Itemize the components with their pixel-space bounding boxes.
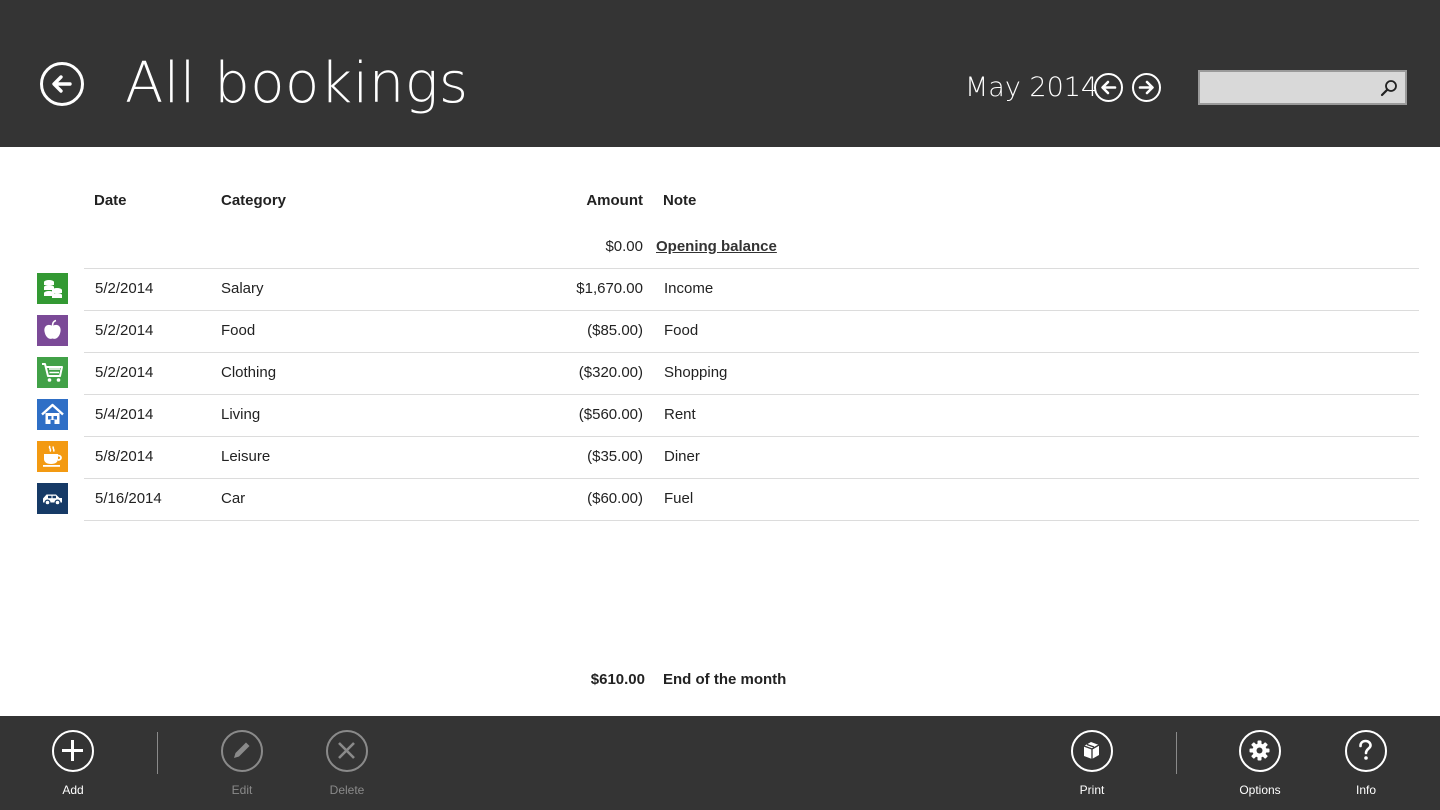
booking-amount: ($560.00) bbox=[578, 406, 643, 423]
print-label: Print bbox=[1079, 783, 1105, 797]
booking-category: Food bbox=[221, 322, 256, 339]
booking-amount: ($60.00) bbox=[587, 490, 643, 507]
booking-date: 5/4/2014 bbox=[95, 406, 154, 423]
edit-button[interactable]: Edit bbox=[202, 730, 282, 798]
close-icon bbox=[338, 742, 355, 759]
row-divider bbox=[84, 268, 1419, 269]
column-header-note[interactable]: Note bbox=[663, 190, 696, 212]
page-title: All bookings bbox=[125, 51, 469, 116]
column-header-amount[interactable]: Amount bbox=[586, 190, 643, 212]
delete-circle bbox=[326, 730, 368, 772]
category-tile bbox=[37, 441, 68, 472]
table-row[interactable]: 5/8/2014 Leisure ($35.00) Diner bbox=[0, 436, 1440, 478]
end-of-month-label: End of the month bbox=[663, 671, 787, 688]
booking-category: Clothing bbox=[221, 364, 277, 381]
month-label: May 2014 bbox=[965, 72, 1099, 103]
row-divider bbox=[84, 394, 1419, 395]
gear-icon bbox=[1249, 740, 1270, 761]
booking-category: Leisure bbox=[221, 448, 271, 465]
booking-date: 5/2/2014 bbox=[95, 322, 154, 339]
arrow-left-icon bbox=[1101, 80, 1117, 95]
question-mark-icon bbox=[1359, 739, 1372, 760]
info-circle bbox=[1345, 730, 1387, 772]
print-button[interactable]: Print bbox=[1052, 730, 1132, 798]
delete-label: Delete bbox=[329, 783, 365, 797]
booking-note: Diner bbox=[664, 448, 700, 465]
print-circle bbox=[1071, 730, 1113, 772]
apple-icon bbox=[44, 319, 61, 339]
category-tile bbox=[37, 273, 68, 304]
options-circle bbox=[1239, 730, 1281, 772]
appbar-separator bbox=[157, 732, 158, 774]
table-row[interactable]: 5/2/2014 Food ($85.00) Food bbox=[0, 310, 1440, 352]
end-of-month-amount: $610.00 bbox=[590, 671, 645, 688]
booking-note: Fuel bbox=[664, 490, 694, 507]
booking-amount: ($35.00) bbox=[587, 448, 643, 465]
add-label: Add bbox=[62, 783, 84, 797]
info-button[interactable]: Info bbox=[1326, 730, 1406, 798]
booking-note: Income bbox=[664, 280, 714, 297]
category-tile bbox=[37, 357, 68, 388]
booking-category: Salary bbox=[221, 280, 264, 297]
money-coins-icon bbox=[44, 280, 62, 298]
booking-date: 5/2/2014 bbox=[95, 364, 154, 381]
table-row[interactable]: 5/4/2014 Living ($560.00) Rent bbox=[0, 394, 1440, 436]
search-icon[interactable] bbox=[1379, 78, 1399, 98]
app-bar: Add Edit Delete Print Options Info bbox=[0, 716, 1440, 810]
edit-circle bbox=[221, 730, 263, 772]
booking-note: Rent bbox=[664, 406, 696, 423]
table-row[interactable]: 5/16/2014 Car ($60.00) Fuel bbox=[0, 478, 1440, 521]
column-header-date[interactable]: Date bbox=[94, 190, 127, 212]
coffee-cup-icon bbox=[43, 445, 62, 467]
options-label: Options bbox=[1239, 783, 1281, 797]
car-icon bbox=[43, 494, 62, 506]
appbar-separator bbox=[1176, 732, 1177, 774]
search-box bbox=[1198, 70, 1407, 105]
row-divider bbox=[84, 436, 1419, 437]
row-divider bbox=[84, 478, 1419, 479]
booking-amount: ($85.00) bbox=[587, 322, 643, 339]
options-button[interactable]: Options bbox=[1220, 730, 1300, 798]
booking-amount: $1,670.00 bbox=[576, 280, 643, 297]
header-bar: All bookings May 2014 bbox=[0, 0, 1440, 147]
arrow-right-icon bbox=[1138, 80, 1154, 95]
category-tile bbox=[37, 483, 68, 514]
booking-date: 5/2/2014 bbox=[95, 280, 154, 297]
search-input[interactable] bbox=[1200, 72, 1375, 103]
previous-month-button[interactable] bbox=[1094, 73, 1123, 102]
add-button[interactable]: Add bbox=[33, 730, 113, 798]
bookings-list: 5/2/2014 Salary $1,670.00 Income 5/2/201… bbox=[0, 268, 1440, 521]
booking-category: Living bbox=[221, 406, 261, 423]
row-divider bbox=[84, 310, 1419, 311]
booking-note: Shopping bbox=[664, 364, 728, 381]
next-month-button[interactable] bbox=[1132, 73, 1161, 102]
shopping-cart-icon bbox=[42, 363, 63, 382]
category-tile bbox=[37, 399, 68, 430]
print-icon bbox=[1083, 742, 1100, 759]
category-tile bbox=[37, 315, 68, 346]
booking-amount: ($320.00) bbox=[578, 364, 643, 381]
pencil-icon bbox=[234, 742, 250, 758]
column-header-category[interactable]: Category bbox=[221, 190, 286, 212]
house-icon bbox=[41, 403, 64, 424]
booking-date: 5/16/2014 bbox=[95, 490, 162, 507]
row-divider bbox=[84, 520, 1419, 521]
back-arrow-icon bbox=[52, 75, 72, 93]
opening-balance-link[interactable]: Opening balance bbox=[656, 236, 777, 258]
plus-icon bbox=[62, 740, 83, 761]
row-divider bbox=[84, 352, 1419, 353]
booking-date: 5/8/2014 bbox=[95, 448, 154, 465]
table-row[interactable]: 5/2/2014 Salary $1,670.00 Income bbox=[0, 268, 1440, 310]
opening-balance-amount: $0.00 bbox=[605, 238, 643, 255]
booking-category: Car bbox=[221, 490, 246, 507]
back-button[interactable] bbox=[40, 62, 84, 106]
delete-button[interactable]: Delete bbox=[307, 730, 387, 798]
info-label: Info bbox=[1355, 783, 1376, 797]
add-circle bbox=[52, 730, 94, 772]
table-row[interactable]: 5/2/2014 Clothing ($320.00) Shopping bbox=[0, 352, 1440, 394]
booking-note: Food bbox=[664, 322, 699, 339]
edit-label: Edit bbox=[231, 783, 253, 797]
